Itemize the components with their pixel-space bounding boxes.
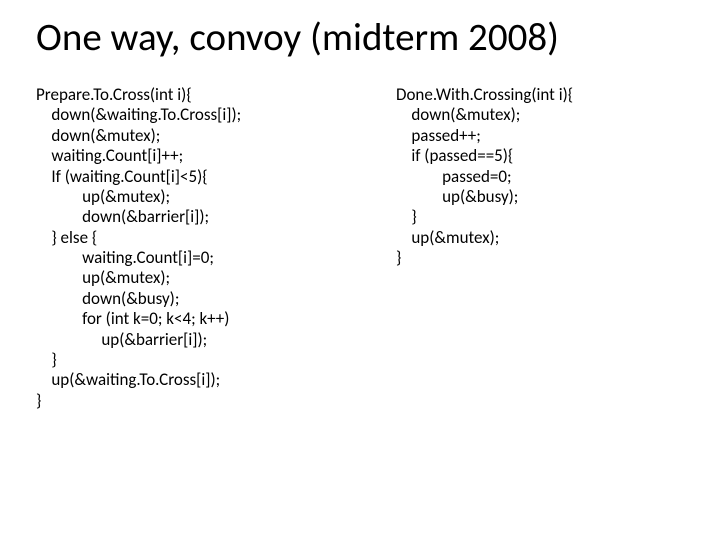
slide-title: One way, convoy (midterm 2008) xyxy=(36,18,684,59)
right-column: Done.With.Crossing(int i){ down(&mutex);… xyxy=(396,85,684,269)
done-with-crossing-code: Done.With.Crossing(int i){ down(&mutex);… xyxy=(396,85,684,269)
prepare-to-cross-code: Prepare.To.Cross(int i){ down(&waiting.T… xyxy=(36,85,396,411)
slide: One way, convoy (midterm 2008) Prepare.T… xyxy=(0,0,720,540)
content-columns: Prepare.To.Cross(int i){ down(&waiting.T… xyxy=(36,85,684,411)
left-column: Prepare.To.Cross(int i){ down(&waiting.T… xyxy=(36,85,396,411)
